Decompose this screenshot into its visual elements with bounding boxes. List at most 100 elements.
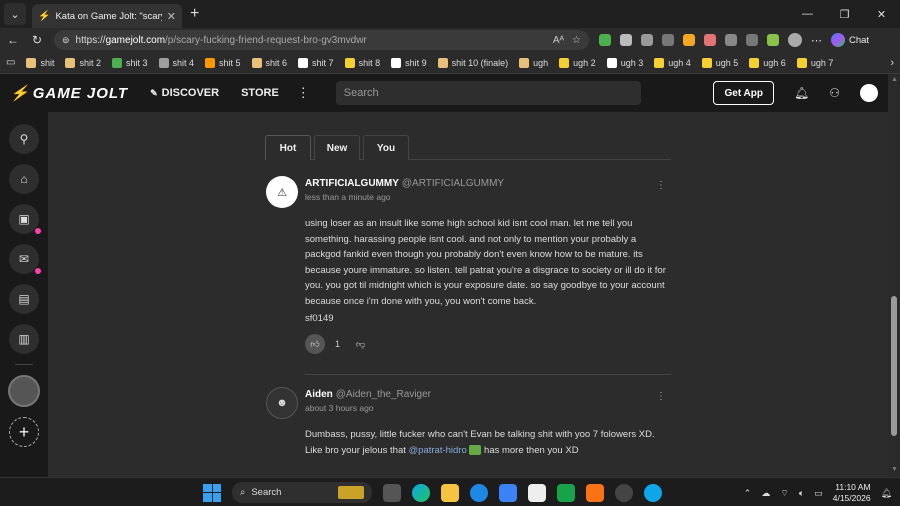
- edge-icon[interactable]: [412, 483, 430, 502]
- page-scrollbar[interactable]: ▲ ▼: [888, 74, 900, 477]
- camera-extension-icon[interactable]: [641, 34, 653, 46]
- xbox-icon[interactable]: [557, 483, 575, 502]
- scroll-down-icon[interactable]: ▼: [891, 466, 898, 473]
- minimize-icon[interactable]: —: [789, 8, 826, 21]
- sidebar-item-realms[interactable]: ⚲: [9, 124, 39, 154]
- volume-icon[interactable]: 🔈︎: [799, 488, 804, 499]
- shield-extension-icon[interactable]: [620, 34, 632, 46]
- tray-chevron-icon[interactable]: ⌃: [744, 488, 752, 499]
- roblox-icon[interactable]: [528, 483, 546, 502]
- bookmark-manager-icon[interactable]: ▭: [6, 57, 15, 68]
- bookmark-item[interactable]: ugh: [519, 57, 548, 68]
- discover-link[interactable]: ✎ DISCOVER: [150, 87, 219, 99]
- hp-icon[interactable]: [470, 483, 488, 502]
- comment-timestamp[interactable]: less than a minute ago: [305, 192, 391, 202]
- get-app-button[interactable]: Get App: [713, 81, 774, 105]
- site-info-icon[interactable]: ⊜: [62, 35, 70, 46]
- bookmark-item[interactable]: ugh 7: [796, 57, 833, 68]
- fl-studio-icon[interactable]: [586, 483, 604, 502]
- file-explorer-icon[interactable]: [441, 483, 459, 502]
- obs-icon[interactable]: [615, 483, 633, 502]
- back-icon[interactable]: ←: [6, 33, 20, 47]
- browser-tab[interactable]: ⚡ Kata on Game Jolt: "scary fucking f ✕: [32, 4, 182, 28]
- bookmarks-overflow-icon[interactable]: ›: [890, 57, 894, 69]
- comment-author[interactable]: ARTIFICIALGUMMY @ARTIFICIALGUMMY: [305, 178, 504, 189]
- sidebar-item-backpack[interactable]: ▣: [9, 204, 41, 234]
- avatar[interactable]: ☻: [266, 387, 298, 419]
- sidebar-item-quests[interactable]: ✉: [9, 244, 41, 274]
- new-tab-button[interactable]: +: [190, 5, 199, 23]
- downloads-icon[interactable]: [767, 34, 779, 46]
- profile-avatar[interactable]: [788, 33, 802, 47]
- bookmark-item[interactable]: shit 2: [65, 57, 101, 68]
- search-input[interactable]: [335, 81, 641, 105]
- avatar[interactable]: ⚠: [266, 176, 298, 208]
- bookmark-item[interactable]: shit 8: [344, 57, 380, 68]
- like-count[interactable]: 1: [335, 339, 340, 349]
- scroll-up-icon[interactable]: ▲: [891, 76, 898, 83]
- color-extension-icon[interactable]: [683, 34, 695, 46]
- sidebar-item-chat[interactable]: ▤: [9, 284, 39, 314]
- add-community-button[interactable]: +: [9, 417, 39, 447]
- notifications-bell-icon[interactable]: 🔔︎: [794, 86, 809, 100]
- community-avatar[interactable]: [8, 375, 40, 407]
- grid-extension-icon[interactable]: [662, 34, 674, 46]
- extension-icon[interactable]: [599, 34, 611, 46]
- tab-list-button[interactable]: ⌄: [4, 3, 26, 25]
- bookmark-item[interactable]: shit 7: [298, 57, 334, 68]
- tab-you[interactable]: You: [363, 135, 409, 160]
- user-avatar[interactable]: [860, 84, 878, 102]
- copilot-chat-button[interactable]: Chat: [831, 33, 869, 47]
- url-field[interactable]: ⊜ https://gamejolt.com/p/scary-fucking-f…: [54, 30, 589, 50]
- wifi-icon[interactable]: ⌔: [780, 488, 788, 499]
- comment-author[interactable]: Aiden @Aiden_the_Raviger: [305, 389, 431, 400]
- bookmark-favicon-icon: [298, 57, 309, 68]
- more-options-icon[interactable]: ⋯: [811, 34, 822, 47]
- tab-new[interactable]: New: [314, 135, 360, 160]
- close-window-icon[interactable]: ✕: [863, 8, 900, 21]
- gamejolt-logo[interactable]: ⚡ GAME JOLT: [10, 84, 128, 103]
- comment-options-icon[interactable]: ⋮: [656, 180, 666, 191]
- reload-icon[interactable]: ↻: [30, 33, 44, 47]
- taskbar-clock[interactable]: 11:10 AM 4/15/2026: [833, 482, 871, 504]
- bookmark-item[interactable]: ugh 5: [701, 57, 738, 68]
- sidebar-item-store[interactable]: ⌂: [9, 164, 39, 194]
- store-link[interactable]: STORE: [241, 87, 279, 99]
- puzzle-icon[interactable]: [725, 34, 737, 46]
- bookmark-item[interactable]: shit 4: [158, 57, 194, 68]
- battery-icon[interactable]: ▭: [814, 488, 823, 499]
- scrollbar-thumb[interactable]: [891, 296, 897, 436]
- globe-app-icon[interactable]: [644, 483, 662, 502]
- start-button[interactable]: [203, 483, 221, 502]
- restore-icon[interactable]: ❐: [826, 8, 863, 21]
- bookmark-item[interactable]: shit 9: [391, 57, 427, 68]
- store-app-icon[interactable]: [499, 483, 517, 502]
- like-button[interactable]: 👍︎: [305, 334, 325, 354]
- sidebar-item-library[interactable]: ▥: [9, 324, 39, 354]
- pen-extension-icon[interactable]: [704, 34, 716, 46]
- bookmark-item[interactable]: shit 6: [251, 57, 287, 68]
- bookmark-item[interactable]: ugh 2: [559, 57, 596, 68]
- bookmark-item[interactable]: shit 10 (finale): [437, 57, 508, 68]
- bookmark-item[interactable]: shit 3: [111, 57, 148, 68]
- tab-hot[interactable]: Hot: [265, 135, 311, 160]
- bookmark-item[interactable]: shit: [26, 57, 54, 68]
- read-aloud-icon[interactable]: Aᴬ: [553, 35, 564, 46]
- bookmark-item[interactable]: ugh 4: [654, 57, 691, 68]
- comment-timestamp[interactable]: about 3 hours ago: [305, 403, 374, 413]
- bookmark-item[interactable]: ugh 6: [749, 57, 786, 68]
- more-menu-icon[interactable]: ⋮: [297, 85, 310, 101]
- favorites-icon[interactable]: [746, 34, 758, 46]
- dislike-button[interactable]: 👎︎: [356, 339, 365, 350]
- friends-icon[interactable]: ⚇: [829, 86, 840, 100]
- cloud-icon[interactable]: ☁: [761, 488, 770, 499]
- close-tab-icon[interactable]: ✕: [167, 10, 176, 23]
- user-mention-link[interactable]: @patrat-hidro: [409, 445, 467, 456]
- task-view-icon[interactable]: [383, 483, 401, 502]
- bookmark-item[interactable]: ugh 3: [606, 57, 643, 68]
- bookmark-item[interactable]: shit 5: [205, 57, 241, 68]
- comment-options-icon[interactable]: ⋮: [656, 391, 666, 402]
- favorite-star-icon[interactable]: ☆: [572, 35, 581, 46]
- taskbar-search[interactable]: ⌕ Search: [232, 482, 372, 503]
- notification-bell-icon[interactable]: 🔔︎: [881, 488, 892, 499]
